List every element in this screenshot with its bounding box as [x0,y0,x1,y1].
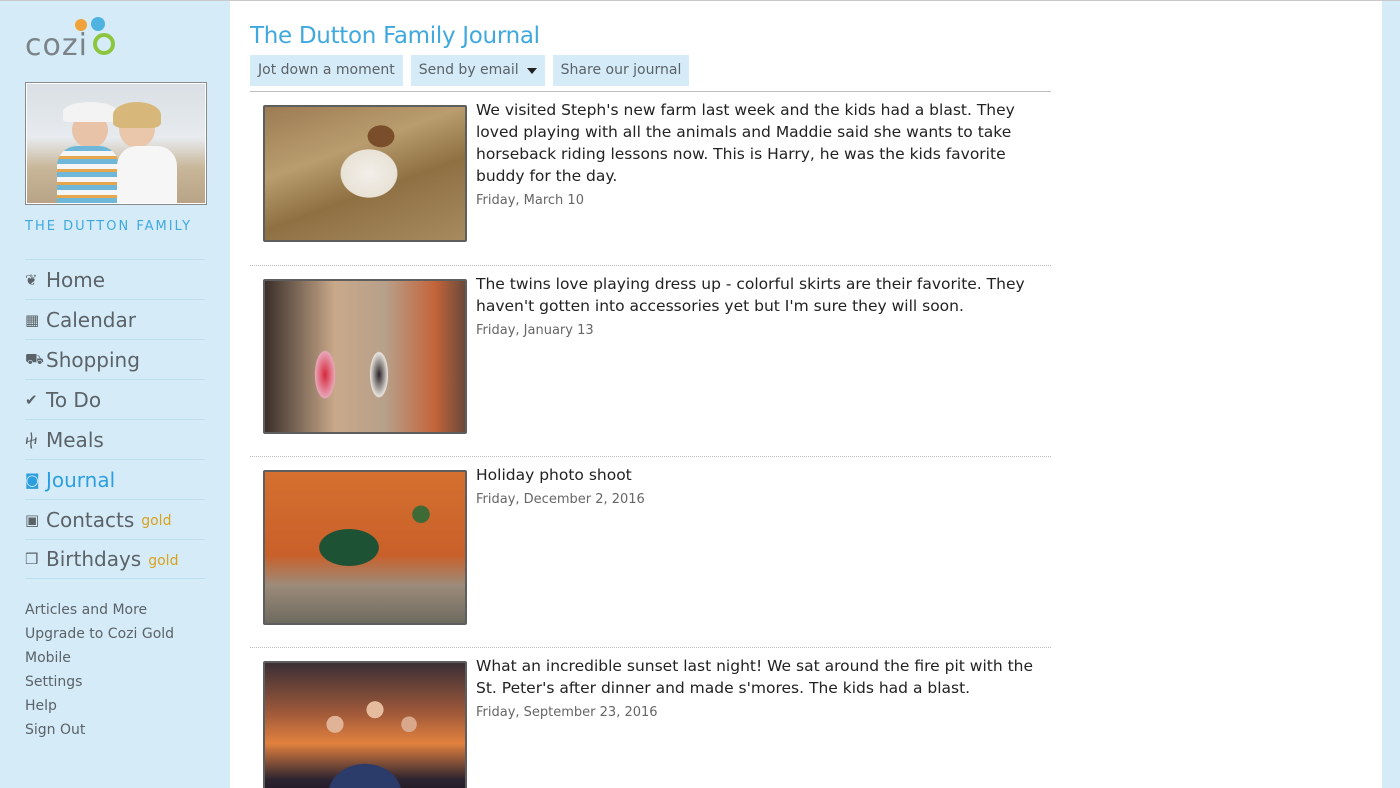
journal-entry[interactable]: We visited Steph's new farm last week an… [250,92,1051,266]
gold-badge: gold [148,552,179,569]
child-hat [63,102,117,122]
link-help[interactable]: Help [25,697,174,721]
cart-icon: ⛟ [25,349,44,368]
journal-entry[interactable]: The twins love playing dress up - colorf… [250,266,1051,457]
logo-ring-green [93,33,115,55]
page-title: The Dutton Family Journal [250,23,540,49]
nav-item-contacts[interactable]: ▣ Contacts gold [25,499,205,539]
share-journal-button[interactable]: Share our journal [552,55,690,86]
dog-photo[interactable] [263,105,467,242]
entry-date: Friday, September 23, 2016 [476,705,658,720]
nav-item-label: Journal [46,467,116,492]
cozi-logo[interactable]: cozi [25,17,125,63]
link-sign-out[interactable]: Sign Out [25,721,174,745]
nav-item-journal[interactable]: ◙ Journal [25,459,205,499]
nav-item-label: Meals [46,427,104,452]
entry-text: We visited Steph's new farm last week an… [476,101,1015,185]
entry-text: What an incredible sunset last night! We… [476,657,1034,697]
journal-toolbar: Jot down a moment Send by email Share ou… [250,55,690,86]
journal-entry[interactable]: What an incredible sunset last night! We… [250,648,1051,788]
link-mobile[interactable]: Mobile [25,649,174,673]
child-shirt [57,146,119,203]
nav-item-label: To Do [46,387,102,412]
main-nav: ❦ Home ▦ Calendar ⛟ Shopping ✔ To Do ⴕ M… [25,259,205,579]
nav-item-home[interactable]: ❦ Home [25,259,205,299]
gift-icon: ❒ [25,550,39,568]
calendar-icon: ▦ [25,310,40,329]
nav-item-calendar[interactable]: ▦ Calendar [25,299,205,339]
check-icon: ✔ [25,390,38,409]
jot-down-moment-label: Jot down a moment [258,62,395,78]
address-book-icon: ▣ [25,510,40,529]
journal-entry[interactable]: Holiday photo shoot Friday, December 2, … [250,457,1051,648]
entry-date: Friday, December 2, 2016 [476,492,645,507]
sunset-photo[interactable] [263,661,467,788]
secondary-links: Articles and More Upgrade to Cozi Gold M… [25,601,174,745]
entry-text: Holiday photo shoot [476,466,632,484]
family-name: THE DUTTON FAMILY [25,219,193,234]
right-margin-strip [1382,1,1400,788]
nav-item-todo[interactable]: ✔ To Do [25,379,205,419]
nav-item-label: Calendar [46,307,136,332]
mother-shirt [117,146,177,203]
family-photo[interactable] [25,82,207,205]
nav-item-shopping[interactable]: ⛟ Shopping [25,339,205,379]
nav-item-label: Birthdays [46,547,142,571]
sidebar: cozi THE DUTTON FAMILY ❦ Home ▦ Calendar… [0,1,230,788]
caret-down-icon [526,67,537,74]
entry-date: Friday, January 13 [476,323,594,338]
home-icon: ❦ [25,270,38,289]
entry-text: The twins love playing dress up - colorf… [476,275,1025,315]
logo-dot-blue [91,17,105,31]
horse-photo[interactable] [263,470,467,625]
utensils-icon: ⴕ [25,430,38,449]
share-journal-label: Share our journal [560,62,682,78]
nav-item-meals[interactable]: ⴕ Meals [25,419,205,459]
nav-item-label: Home [46,267,106,292]
jot-down-moment-button[interactable]: Jot down a moment [250,55,403,86]
link-articles[interactable]: Articles and More [25,601,174,625]
logo-wordmark: cozi [25,28,88,63]
mother-hair [113,102,161,128]
nav-item-birthdays[interactable]: ❒ Birthdays gold [25,539,205,579]
camera-icon: ◙ [25,470,40,489]
link-upgrade-gold[interactable]: Upgrade to Cozi Gold [25,625,174,649]
gold-badge: gold [141,513,172,529]
send-by-email-dropdown[interactable]: Send by email [410,55,545,86]
entry-date: Friday, March 10 [476,193,584,208]
nav-item-label: Contacts [46,507,135,532]
family-photo-image [27,84,205,203]
twins-photo[interactable] [263,279,467,434]
nav-item-label: Shopping [46,347,140,372]
send-by-email-label: Send by email [418,62,519,78]
link-settings[interactable]: Settings [25,673,174,697]
